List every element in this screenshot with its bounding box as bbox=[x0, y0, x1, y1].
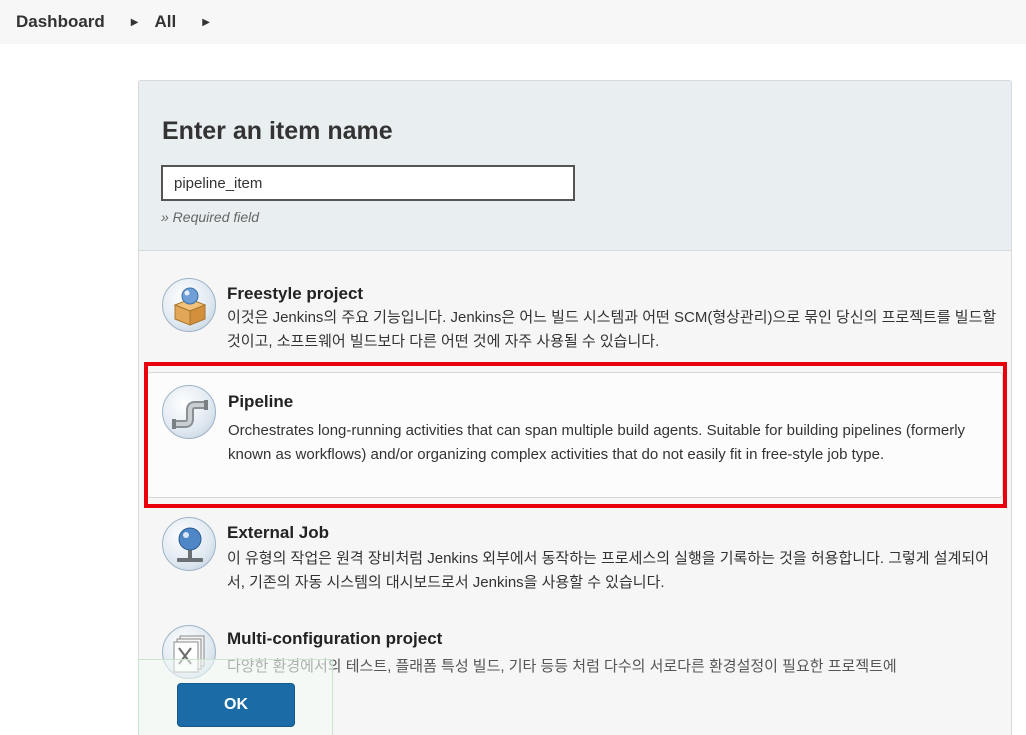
item-type-description: 이 유형의 작업은 원격 장비처럼 Jenkins 외부에서 동작하는 프로세스… bbox=[227, 550, 989, 591]
item-type-title: Freestyle project bbox=[227, 284, 364, 303]
ok-button[interactable]: OK bbox=[177, 683, 295, 727]
item-type-description: 이것은 Jenkins의 주요 기능입니다. Jenkins은 어느 빌드 시스… bbox=[227, 309, 997, 350]
breadcrumb: Dashboard ▶ All ▶ bbox=[0, 0, 1026, 44]
required-field-note: » Required field bbox=[161, 209, 260, 225]
item-type-description: 다양한 환경에서의 테스트, 플래폼 특성 빌드, 기타 등등 처럼 다수의 서… bbox=[227, 658, 897, 675]
item-type-description: Orchestrates long-running activities tha… bbox=[228, 422, 966, 463]
item-type-external-job[interactable]: External Job 이 유형의 작업은 원격 장비처럼 Jenkins 외… bbox=[139, 515, 1011, 605]
item-type-pipeline[interactable]: Pipeline Orchestrates long-running activ… bbox=[147, 372, 1003, 498]
item-type-title: Multi-configuration project bbox=[227, 629, 443, 648]
breadcrumb-separator-icon[interactable]: ▶ bbox=[202, 17, 210, 28]
pipeline-icon bbox=[162, 385, 216, 439]
breadcrumb-separator-icon[interactable]: ▶ bbox=[131, 17, 139, 28]
item-name-section: Enter an item name » Required field bbox=[139, 81, 1011, 251]
new-item-panel: Enter an item name » Required field Free… bbox=[138, 80, 1012, 735]
item-type-freestyle[interactable]: Freestyle project 이것은 Jenkins의 주요 기능입니다.… bbox=[139, 276, 1011, 366]
item-type-title: Pipeline bbox=[228, 392, 294, 411]
freestyle-project-icon bbox=[162, 278, 216, 332]
item-name-input[interactable] bbox=[161, 165, 575, 201]
external-job-icon bbox=[162, 517, 216, 571]
page-title: Enter an item name bbox=[162, 117, 393, 145]
breadcrumb-item-all[interactable]: All bbox=[155, 12, 177, 32]
item-type-title: External Job bbox=[227, 523, 330, 542]
breadcrumb-item-dashboard[interactable]: Dashboard bbox=[16, 12, 105, 32]
